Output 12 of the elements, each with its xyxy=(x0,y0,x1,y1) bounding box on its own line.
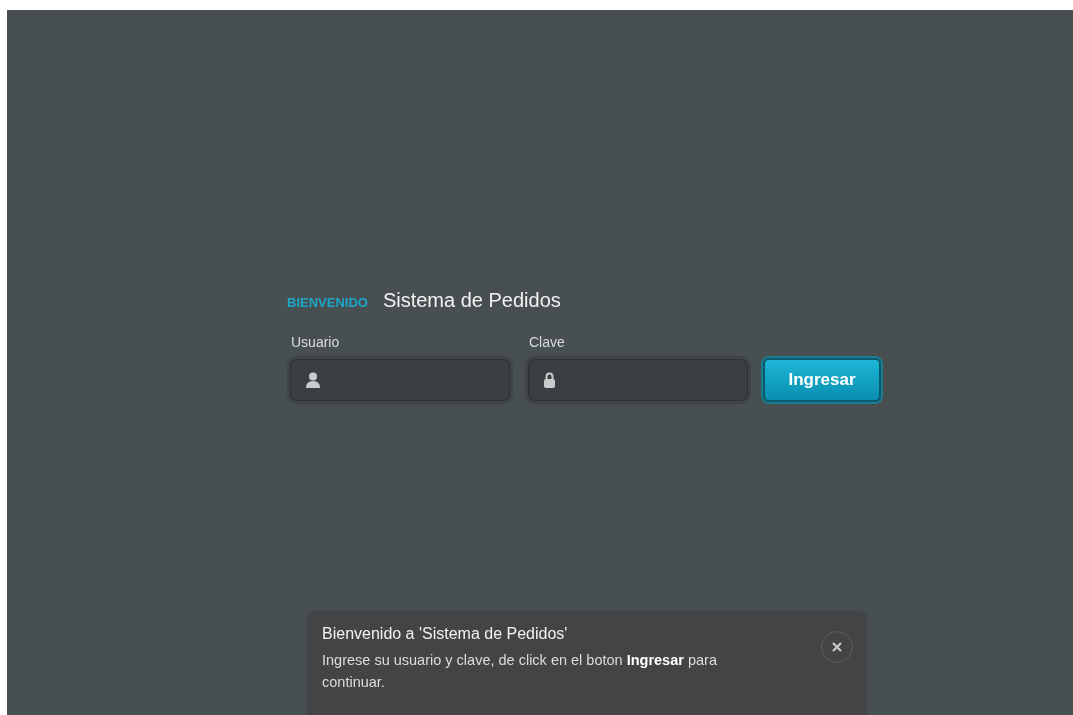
user-icon xyxy=(306,372,320,388)
welcome-tag: BIENVENIDO xyxy=(287,295,368,310)
notification-title: Bienvenido a 'Sistema de Pedidos' xyxy=(322,625,569,643)
field-label: Usuario xyxy=(290,334,341,350)
username-field[interactable] xyxy=(287,356,513,404)
notification-message: Ingrese su usuario y clave, de click en el boton Ingresar para continuar. xyxy=(322,651,718,692)
app-title: Sistema de Pedidos xyxy=(382,289,561,312)
password-field[interactable] xyxy=(525,356,751,404)
field-label: Clave xyxy=(528,334,566,350)
close-icon xyxy=(832,642,842,652)
lock-icon xyxy=(544,372,555,388)
login-button[interactable]: Ingresar xyxy=(763,358,881,402)
